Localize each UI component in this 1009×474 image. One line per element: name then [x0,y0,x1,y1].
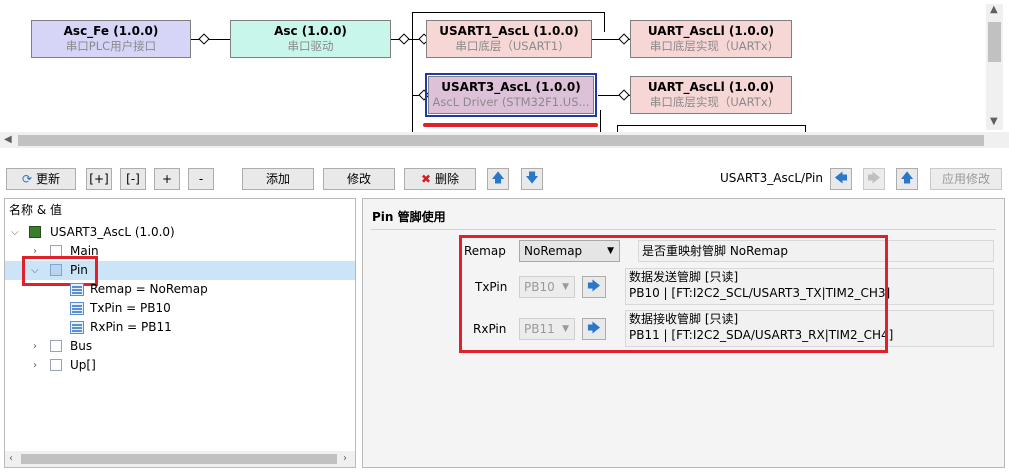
arrow-up-icon: 🡅 [491,171,505,186]
tree-horizontal-scrollbar[interactable]: ‹ › [5,451,355,467]
property-icon [70,321,84,334]
diagram-node-asc-fe[interactable]: Asc_Fe (1.0.0) 串口PLC用户接口 [31,20,191,58]
node-title: Asc (1.0.0) [274,24,347,38]
toolbar: ⟳ 更新 [+] [-] + - 添加 修改 ✖ 删除 🡅 🡇 USART3_A… [0,160,1009,198]
tree-item-label: TxPin = PB10 [90,301,171,315]
chevron-right-icon[interactable]: › [33,337,37,356]
tree-root[interactable]: ⌵ USART3_AscL (1.0.0) [5,223,355,242]
refresh-label: 更新 [35,172,60,186]
go-up-button[interactable]: 🡅 [896,168,918,190]
tree-item-label: Up[] [70,358,96,372]
expand-all-button[interactable]: [+] [86,168,112,190]
checkbox[interactable] [50,359,62,371]
refresh-icon: ⟳ [22,172,33,186]
arrow-left-icon: 🡄 [834,171,848,186]
refresh-button[interactable]: ⟳ 更新 [6,168,76,190]
node-path: USART3_AscL/Pin [720,171,823,185]
back-button[interactable]: 🡄 [830,168,852,190]
property-tree: 名称 & 值 ⌵ USART3_AscL (1.0.0) › Main ⌵ Pi… [4,198,356,468]
scroll-down-icon[interactable]: ▼ [990,116,998,127]
node-subtitle: 串口底层实现（UARTx) [649,95,773,109]
delete-label: 删除 [434,172,459,186]
node-title: USART3_AscL (1.0.0) [441,80,581,94]
forward-button[interactable]: 🡆 [863,168,885,190]
collapse-all-button[interactable]: [-] [120,168,146,190]
tree-item-txpin[interactable]: TxPin = PB10 [5,299,355,318]
node-title: UART_AscLl (1.0.0) [647,24,775,38]
tree-item-label: Remap = NoRemap [90,282,208,296]
node-subtitle: 串口底层（USART1) [455,39,563,53]
tree-item-label: Bus [70,339,93,353]
selection-underline [423,123,598,127]
chevron-down-icon[interactable]: ⌵ [11,223,19,242]
checkbox[interactable] [50,340,62,352]
chevron-right-icon[interactable]: › [33,356,37,375]
tree-item-up[interactable]: › Up[] [5,356,355,375]
tree-item-label: RxPin = PB11 [90,320,172,334]
scroll-right-icon[interactable]: › [343,453,347,464]
minus-button[interactable]: - [188,168,214,190]
diagram-node-uart-ascll-1[interactable]: UART_AscLl (1.0.0) 串口底层实现（UARTx) [630,20,792,58]
chip-icon [29,226,41,238]
pin-settings-highlight-box [459,235,888,353]
scroll-up-icon[interactable]: ▲ [990,4,998,15]
scroll-thumb[interactable] [21,454,337,464]
node-title: UART_AscLl (1.0.0) [647,80,775,94]
divider [371,229,996,230]
tree-item-remap[interactable]: Remap = NoRemap [5,280,355,299]
node-subtitle: 串口驱动 [287,39,334,53]
diagram-node-usart1-ascl[interactable]: USART1_AscL (1.0.0) 串口底层（USART1) [426,20,592,58]
detail-title: Pin 管脚使用 [372,210,446,224]
apply-changes-button[interactable]: 应用修改 [930,168,1002,190]
delete-icon: ✖ [421,172,432,186]
scroll-thumb[interactable] [18,135,984,146]
diagram-horizontal-scrollbar[interactable]: ◀ [0,132,1009,148]
arrow-down-icon: 🡇 [525,171,539,186]
diagram-node-uart-ascll-2[interactable]: UART_AscLl (1.0.0) 串口底层实现（UARTx) [630,76,792,114]
plus-button[interactable]: + [154,168,180,190]
diagram-node-asc[interactable]: Asc (1.0.0) 串口驱动 [230,20,391,58]
node-subtitle: AscL Driver (STM32F1.US... [432,95,590,109]
diagram-vertical-scrollbar[interactable]: ▲ ▼ [986,4,1003,130]
tree-item-bus[interactable]: › Bus [5,337,355,356]
arrow-right-icon: 🡆 [867,171,881,186]
property-icon [70,283,84,296]
add-button[interactable]: 添加 [242,168,314,190]
node-subtitle: 串口PLC用户接口 [65,39,157,53]
tree-root-label: USART3_AscL (1.0.0) [50,225,175,239]
scroll-thumb[interactable] [988,22,1001,62]
tree-header: 名称 & 值 [9,203,62,217]
delete-button[interactable]: ✖ 删除 [404,168,476,190]
arrow-up-icon: 🡅 [900,171,914,186]
dependency-diagram: Asc_Fe (1.0.0) 串口PLC用户接口 Asc (1.0.0) 串口驱… [0,0,1009,150]
detail-panel: Pin 管脚使用 Remap NoRemap ▼ 是否重映射管脚 NoRemap… [362,198,1005,468]
diagram-node-usart3-ascl[interactable]: USART3_AscL (1.0.0) AscL Driver (STM32F1… [425,73,597,117]
node-title: USART1_AscL (1.0.0) [439,24,579,38]
property-icon [70,302,84,315]
scroll-left-icon[interactable]: ‹ [9,453,13,464]
node-title: Asc_Fe (1.0.0) [63,24,159,38]
node-subtitle: 串口底层实现（UARTx) [649,39,773,53]
tree-item-rxpin[interactable]: RxPin = PB11 [5,318,355,337]
modify-button[interactable]: 修改 [323,168,395,190]
scroll-left-icon[interactable]: ◀ [4,134,12,145]
move-up-button[interactable]: 🡅 [487,168,509,190]
move-down-button[interactable]: 🡇 [521,168,543,190]
